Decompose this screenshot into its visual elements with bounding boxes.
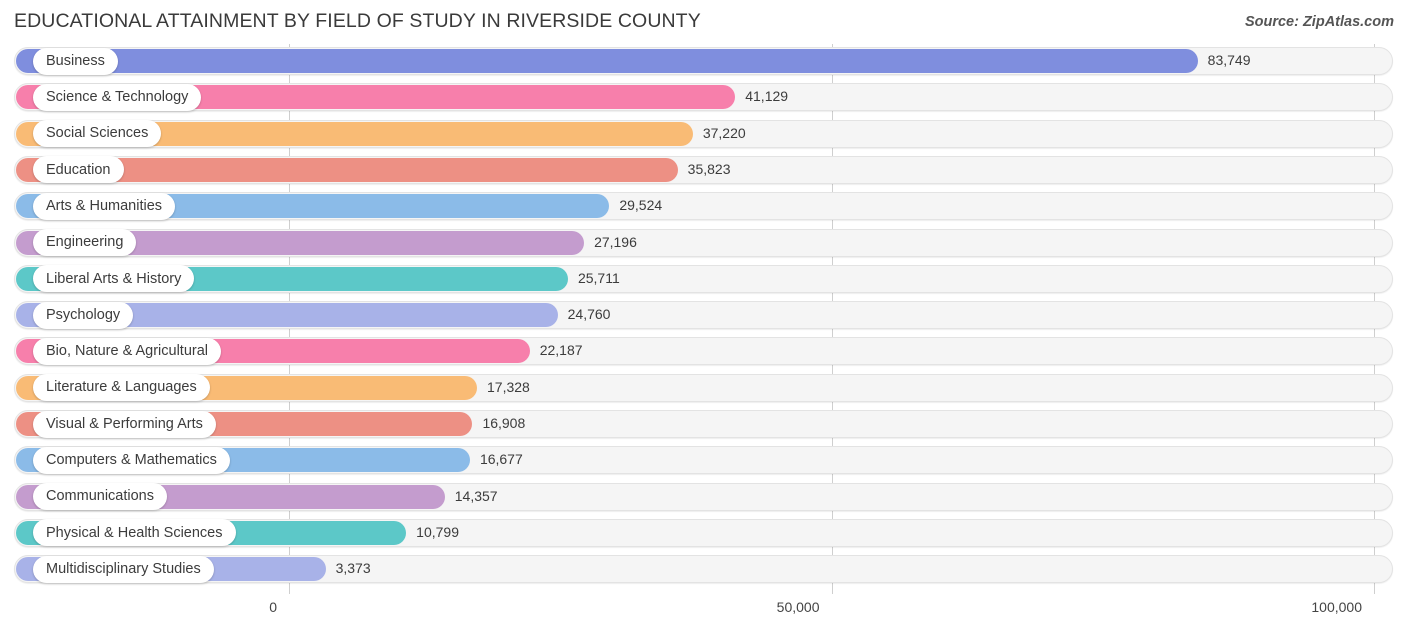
- category-label-pill: Education: [33, 156, 124, 184]
- source-attribution: Source: ZipAtlas.com: [1244, 14, 1394, 30]
- category-label-pill: Liberal Arts & History: [33, 265, 195, 293]
- category-label-pill: Bio, Nature & Agricultural: [33, 337, 221, 365]
- bar-row: Computers & Mathematics 16,677: [0, 443, 1406, 479]
- x-axis: 0 50,000 100,000: [0, 594, 1406, 631]
- category-label: Visual & Performing Arts: [46, 415, 203, 432]
- bar-value-label: 3,373: [335, 560, 371, 577]
- bar-value-label: 41,129: [745, 88, 789, 105]
- bar-value-label: 25,711: [577, 269, 620, 286]
- category-label: Liberal Arts & History: [46, 270, 182, 287]
- bar-row: Science & Technology 41,129: [0, 80, 1406, 116]
- x-axis-tick-label: 100,000: [1311, 599, 1362, 615]
- bar-row: Arts & Humanities 29,524: [0, 189, 1406, 225]
- bar-row: Physical & Health Sciences 10,799: [0, 516, 1406, 552]
- bar-row: Multidisciplinary Studies 3,373: [0, 552, 1406, 588]
- bar-row: Engineering 27,196: [0, 226, 1406, 262]
- category-label: Psychology: [46, 306, 121, 323]
- category-label-pill: Engineering: [33, 229, 137, 256]
- bar-value-label: 10,799: [416, 523, 459, 540]
- category-label-pill: Literature & Languages: [33, 374, 210, 402]
- page-title: EDUCATIONAL ATTAINMENT BY FIELD OF STUDY…: [14, 10, 701, 32]
- bar-value-label: 14,357: [454, 487, 498, 504]
- bar-row: Education 35,823: [0, 153, 1406, 189]
- category-label: Literature & Languages: [46, 379, 197, 396]
- category-label-pill: Social Sciences: [33, 120, 162, 148]
- bar-value-label: 24,760: [567, 306, 611, 323]
- category-label-pill: Science & Technology: [33, 83, 202, 111]
- bar-value-label: 37,220: [702, 124, 746, 141]
- bar-value-label: 29,524: [619, 197, 663, 214]
- bar-value-label: 16,908: [482, 415, 526, 431]
- chart-plot-area: Business 83,749 Science & Technology 41,129…: [0, 44, 1406, 594]
- category-label-pill: Physical & Health Sciences: [33, 519, 236, 547]
- bar-row: Bio, Nature & Agricultural 22,187: [0, 334, 1406, 370]
- bar-value-label: 35,823: [687, 160, 731, 177]
- bar-value-label: 27,196: [594, 233, 637, 250]
- category-label-pill: Communications: [33, 483, 167, 511]
- category-label-pill: Computers & Mathematics: [33, 446, 230, 474]
- bar-row: Social Sciences 37,220: [0, 117, 1406, 153]
- x-axis-tick-label: 50,000: [776, 599, 820, 615]
- category-label: Engineering: [46, 234, 124, 251]
- category-label: Physical & Health Sciences: [46, 524, 223, 541]
- bar-row: Visual & Performing Arts 16,908: [0, 407, 1406, 443]
- bar-row: Psychology 24,760: [0, 298, 1406, 334]
- x-axis-tick-label: 0: [269, 599, 277, 615]
- bar-row: Literature & Languages 17,328: [0, 371, 1406, 407]
- category-label: Computers & Mathematics: [46, 452, 217, 469]
- category-label: Science & Technology: [46, 89, 189, 106]
- category-label: Bio, Nature & Agricultural: [46, 343, 208, 360]
- category-label: Multidisciplinary Studies: [46, 560, 201, 577]
- bar-row: Communications 14,357: [0, 480, 1406, 516]
- bar-value-label: 16,677: [479, 451, 523, 468]
- category-label-pill: Visual & Performing Arts: [33, 410, 216, 438]
- bar-value-label: 22,187: [539, 342, 583, 359]
- category-label: Communications: [46, 488, 154, 505]
- bar-value-label: 17,328: [487, 378, 530, 395]
- category-label-pill: Arts & Humanities: [33, 192, 176, 220]
- bar-row: Business 83,749: [0, 44, 1406, 80]
- category-label-pill: Business: [33, 47, 118, 75]
- category-label: Business: [46, 52, 105, 69]
- category-label: Social Sciences: [46, 125, 149, 142]
- bar-value-label: 83,749: [1207, 52, 1251, 68]
- bar[interactable]: [16, 49, 1198, 73]
- chart-header: EDUCATIONAL ATTAINMENT BY FIELD OF STUDY…: [0, 0, 1406, 44]
- category-label-pill: Psychology: [33, 301, 134, 329]
- category-label: Arts & Humanities: [46, 197, 163, 214]
- category-label-pill: Multidisciplinary Studies: [33, 555, 214, 583]
- category-label: Education: [46, 161, 111, 178]
- bar-row: Liberal Arts & History 25,711: [0, 262, 1406, 298]
